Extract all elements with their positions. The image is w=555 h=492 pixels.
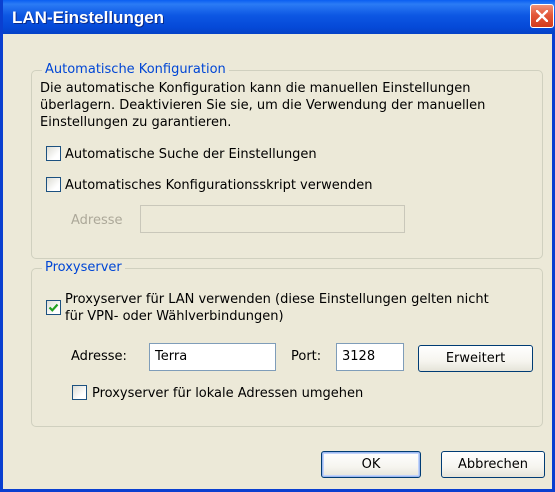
bypass-local-label[interactable]: Proxyserver für lokale Adressen umgehen (92, 385, 363, 402)
script-address-input[interactable] (140, 205, 405, 233)
proxy-address-input[interactable]: Terra (149, 343, 276, 371)
proxy-port-label: Port: (291, 349, 322, 364)
proxy-legend: Proxyserver (42, 260, 125, 276)
dialog-window: LAN-Einstellungen Automatische Konfigura… (0, 0, 555, 492)
auto-detect-checkbox[interactable] (46, 146, 61, 161)
auto-config-description-line: Die automatische Konfiguration kann die … (40, 81, 471, 96)
auto-config-legend: Automatische Konfiguration (42, 62, 229, 78)
proxy-address-label: Adresse: (71, 349, 127, 364)
use-proxy-label-line: für VPN- oder Wählverbindungen) (65, 309, 284, 324)
bypass-local-checkbox[interactable] (72, 385, 87, 400)
window-title: LAN-Einstellungen (12, 8, 165, 27)
use-proxy-label[interactable]: Proxyserver für LAN verwenden (diese Ein… (65, 291, 489, 325)
cancel-button[interactable]: Abbrechen (441, 451, 545, 478)
auto-script-label[interactable]: Automatisches Konfigurationsskript verwe… (65, 177, 372, 194)
checkmark-icon (48, 303, 59, 312)
use-proxy-checkbox[interactable] (46, 300, 61, 315)
script-address-label: Adresse (71, 213, 123, 228)
ok-button[interactable]: OK (321, 451, 421, 478)
auto-config-description: Die automatische Konfiguration kann die … (40, 80, 485, 131)
close-button[interactable] (530, 4, 554, 28)
auto-config-description-line: überlagern. Deaktivieren Sie sie, um die… (40, 98, 486, 113)
advanced-button[interactable]: Erweitert (418, 345, 533, 372)
close-icon (536, 10, 548, 22)
proxy-port-input[interactable]: 3128 (336, 343, 404, 371)
use-proxy-label-line: Proxyserver für LAN verwenden (diese Ein… (65, 292, 489, 307)
title-bar[interactable]: LAN-Einstellungen (3, 0, 555, 34)
auto-detect-label[interactable]: Automatische Suche der Einstellungen (65, 146, 317, 163)
auto-config-description-line: Einstellungen zu garantieren. (40, 115, 232, 130)
auto-script-checkbox[interactable] (46, 177, 61, 192)
